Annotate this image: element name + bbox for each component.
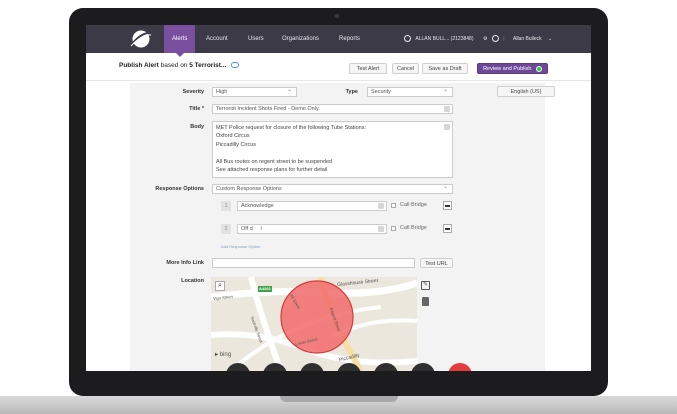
header-icons: ⚙ | bbox=[483, 35, 505, 43]
alert-toolbar: Publish Alert based on 5 Terrorist... Te… bbox=[86, 53, 591, 81]
call-bridge-checkbox[interactable] bbox=[391, 203, 396, 208]
remove-option-button[interactable] bbox=[443, 201, 452, 210]
option-number-badge: 1 bbox=[221, 201, 231, 211]
help-icon[interactable] bbox=[491, 35, 499, 43]
test-alert-button[interactable]: Test Alert bbox=[349, 63, 387, 74]
map-canvas bbox=[211, 277, 417, 371]
page-title-based-on: based on bbox=[160, 62, 188, 69]
call-bridge-checkbox[interactable] bbox=[391, 226, 396, 231]
laptop-frame: Alerts Account Users Organizations Repor… bbox=[0, 0, 677, 414]
save-draft-button[interactable]: Save as Draft bbox=[422, 63, 468, 74]
response-options-select[interactable]: Custom Response Options bbox=[212, 184, 453, 194]
map-provider-label: bing bbox=[219, 352, 232, 358]
call-bridge-label: Call Bridge bbox=[400, 202, 427, 208]
app-logo-icon bbox=[130, 30, 152, 48]
map-road-badge: A4201 bbox=[259, 286, 271, 291]
option-number-badge: 2 bbox=[221, 224, 231, 234]
title-input-value: Terrorist Incident Shots Fired - Demo On… bbox=[216, 106, 320, 112]
nav-tab-organizations[interactable]: Organizations bbox=[274, 25, 327, 53]
response-option-input[interactable]: Off d I bbox=[237, 224, 387, 234]
text-cursor-icon: I bbox=[260, 226, 262, 232]
page-title: Publish Alert based on 5 Terrorist... bbox=[119, 62, 240, 69]
delete-map-icon[interactable] bbox=[422, 297, 429, 306]
review-publish-label: Review and Publish bbox=[483, 66, 532, 72]
response-option-value: Off d bbox=[241, 226, 253, 232]
response-option-value: Acknowledge bbox=[241, 203, 274, 209]
language-button[interactable]: English (US) bbox=[497, 86, 555, 97]
severity-select[interactable]: High bbox=[212, 87, 297, 97]
account-label: ALLAN BULL... (2123848) bbox=[415, 36, 474, 42]
clear-field-icon[interactable] bbox=[378, 203, 384, 209]
more-info-input[interactable] bbox=[212, 258, 415, 268]
location-map[interactable]: A4201 Glasshouse Street Vigo Street Sack… bbox=[211, 277, 417, 371]
body-line: See attached response plans for further … bbox=[216, 167, 328, 174]
nav-tab-account[interactable]: Account bbox=[198, 25, 236, 53]
response-options-label: Response Options bbox=[155, 186, 204, 192]
nav-tab-reports[interactable]: Reports bbox=[331, 25, 368, 53]
webcam-dot bbox=[335, 14, 339, 18]
more-info-label: More Info Link bbox=[166, 260, 204, 266]
bing-logo-icon: ▸ bbox=[215, 352, 219, 358]
page-title-main: Publish Alert bbox=[119, 62, 159, 69]
bing-logo: ▸ bing bbox=[215, 351, 231, 358]
app-screen: Alerts Account Users Organizations Repor… bbox=[86, 25, 591, 371]
page-title-template: 5 Terrorist... bbox=[189, 62, 227, 69]
clock-icon bbox=[404, 35, 411, 43]
comment-icon[interactable] bbox=[231, 62, 240, 69]
location-label: Location bbox=[181, 278, 204, 284]
body-line: Piccadilly Circus bbox=[216, 141, 257, 148]
title-label: Title * bbox=[189, 106, 204, 112]
status-indicator-icon bbox=[535, 65, 542, 72]
laptop-base-notch bbox=[280, 396, 398, 402]
test-url-button[interactable]: Test URL bbox=[420, 258, 453, 268]
nav-tab-users[interactable]: Users bbox=[240, 25, 272, 53]
title-input[interactable]: Terrorist Incident Shots Fired - Demo On… bbox=[212, 104, 453, 114]
body-label: Body bbox=[190, 124, 204, 130]
nav-tab-alerts[interactable]: Alerts bbox=[164, 25, 196, 57]
account-switcher[interactable]: ALLAN BULL... (2123848) bbox=[404, 25, 473, 53]
chevron-down-icon: ⌄ bbox=[548, 36, 553, 42]
edit-map-icon[interactable]: ✎ bbox=[421, 281, 430, 290]
clear-field-icon[interactable] bbox=[378, 226, 384, 232]
body-textarea[interactable]: MET Police request for closure of the fo… bbox=[212, 121, 453, 178]
severity-label: Severity bbox=[182, 89, 204, 95]
type-label: Type bbox=[345, 89, 358, 95]
body-line: All Bus routes on regent street to be su… bbox=[216, 158, 333, 165]
type-select[interactable]: Security bbox=[367, 87, 453, 97]
clear-field-icon[interactable] bbox=[444, 124, 450, 130]
user-menu[interactable]: Allan Bulleck ⌄ bbox=[513, 25, 552, 53]
top-navigation: Alerts Account Users Organizations Repor… bbox=[86, 25, 591, 57]
cancel-button[interactable]: Cancel bbox=[392, 63, 419, 74]
gear-icon[interactable]: ⚙ bbox=[483, 36, 487, 42]
clear-field-icon[interactable] bbox=[444, 106, 450, 112]
user-name: Allan Bulleck bbox=[513, 36, 542, 42]
map-zoom-icon[interactable]: ⌕ bbox=[215, 281, 225, 291]
body-line bbox=[216, 149, 449, 157]
body-line: Oxford Circus bbox=[216, 133, 250, 140]
body-line: MET Police request for closure of the fo… bbox=[216, 125, 367, 131]
call-bridge-label: Call Bridge bbox=[400, 225, 427, 231]
review-publish-button[interactable]: Review and Publish bbox=[477, 63, 548, 74]
response-option-input[interactable]: Acknowledge bbox=[237, 201, 387, 211]
add-response-option-link[interactable]: Add Response Option bbox=[221, 244, 260, 249]
remove-option-button[interactable] bbox=[443, 224, 452, 233]
